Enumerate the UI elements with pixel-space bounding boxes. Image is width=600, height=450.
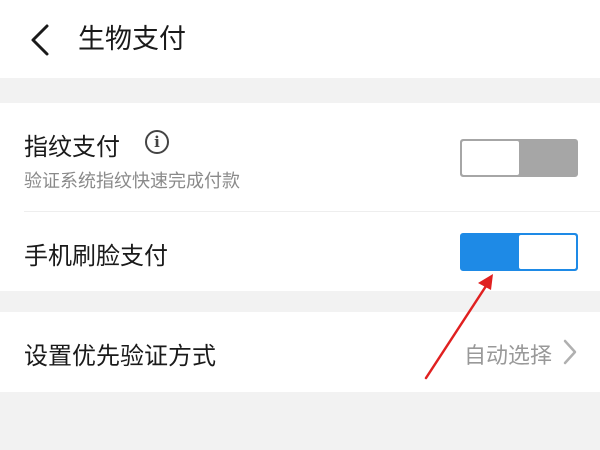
toggle-knob xyxy=(519,235,576,269)
row-divider xyxy=(24,211,600,212)
top-bar: 生物支付 xyxy=(0,0,600,78)
priority-verification-value: 自动选择 xyxy=(463,344,552,369)
page-title: 生物支付 xyxy=(78,24,186,55)
priority-verification-row[interactable]: 设置优先验证方式 自动选择 xyxy=(0,312,600,392)
chevron-right-icon xyxy=(563,339,577,365)
fingerprint-pay-description: 验证系统指纹快速完成付款 xyxy=(24,171,240,192)
priority-verification-label: 设置优先验证方式 xyxy=(24,342,216,370)
chevron-left-icon xyxy=(31,24,49,56)
fingerprint-pay-toggle[interactable] xyxy=(460,139,578,177)
fingerprint-pay-label: 指纹支付 xyxy=(24,133,120,161)
info-icon[interactable]: i xyxy=(145,130,169,154)
back-button[interactable] xyxy=(22,20,58,60)
face-pay-toggle[interactable] xyxy=(460,233,578,271)
toggle-knob xyxy=(462,141,519,175)
face-pay-label: 手机刷脸支付 xyxy=(24,242,168,270)
biometric-options-card: 指纹支付 i 验证系统指纹快速完成付款 手机刷脸支付 xyxy=(0,103,600,291)
